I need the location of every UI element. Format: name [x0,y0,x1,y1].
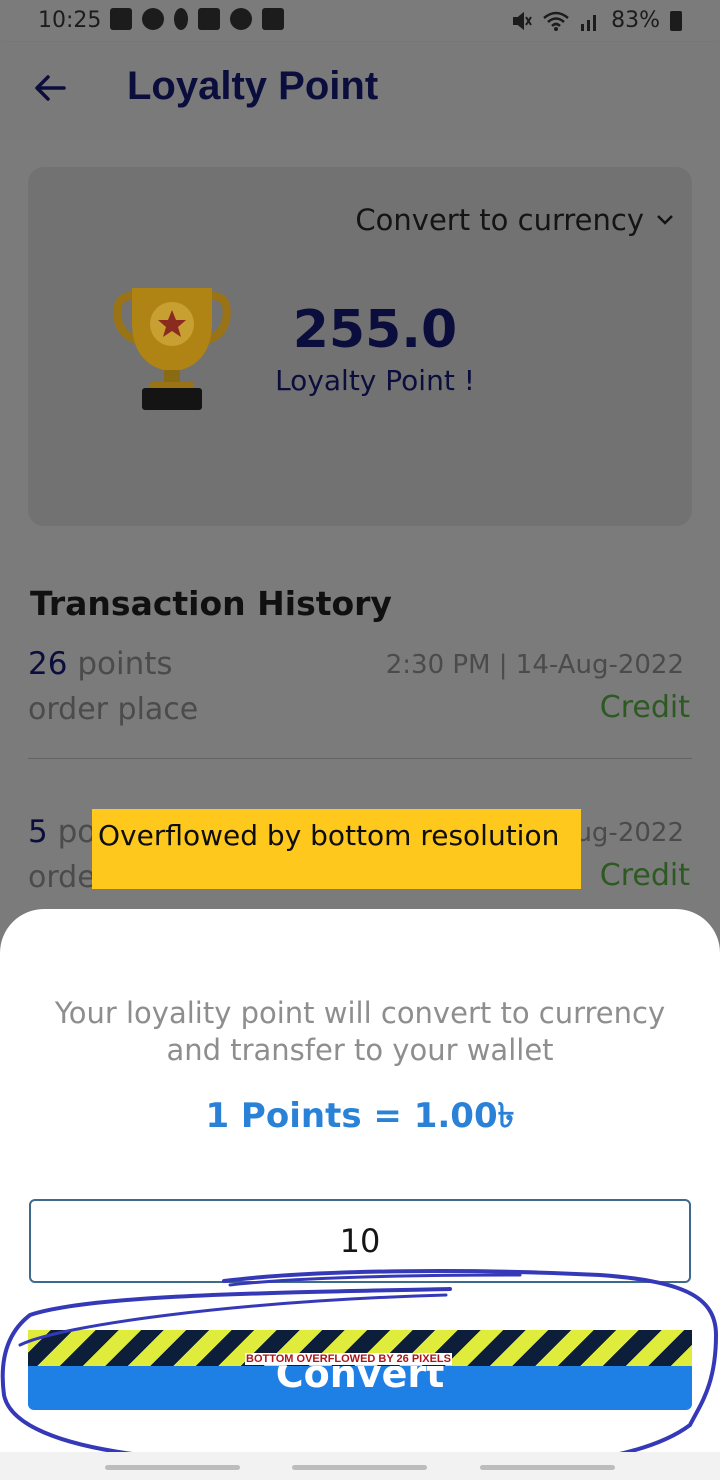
transaction-unit: points [77,646,173,682]
divider [28,758,692,759]
mute-icon [513,11,532,30]
transaction-description: order place [28,692,199,727]
overflow-debug-label: Overflowed by bottom resolution [92,809,581,889]
points-value: 255.0 [292,300,458,360]
transaction-datetime: 2:30 PM | 14-Aug-2022 [385,650,684,680]
transaction-amount: 5 [28,814,48,850]
status-time: 10:25 [38,8,102,33]
nav-back-icon[interactable] [480,1465,615,1470]
facebook-icon [110,8,132,30]
chevron-down-icon [657,215,673,225]
back-arrow-icon[interactable] [30,68,70,108]
convert-currency-dropdown[interactable]: Convert to currency [355,203,674,237]
conversion-rate: 1 Points = 1.00৳ [205,1096,515,1136]
notification-icon [142,8,164,30]
nav-recents-icon[interactable] [105,1465,240,1470]
keyhole-icon [174,8,188,30]
transaction-description: orde [28,860,96,895]
status-system-icons: 83% [511,8,682,33]
folder-icon [198,8,220,30]
dropdown-label: Convert to currency [355,203,644,237]
transaction-amount: 26 [28,646,68,682]
battery-icon [670,10,682,31]
transaction-points: 26 points [28,646,173,682]
battery-percent: 83% [611,8,660,33]
transaction-type: Credit [599,690,690,725]
nav-home-icon[interactable] [292,1465,427,1470]
transaction-unit: po [57,814,97,850]
app-bar: Loyalty Point [0,42,720,140]
trophy-icon [113,288,231,410]
transaction-history-title: Transaction History [30,584,392,623]
transaction-type: Credit [599,858,690,893]
overflow-banner-text: BOTTOM OVERFLOWED BY 26 PIXELS [245,1353,452,1365]
gallery-icon [262,8,284,30]
transaction-datetime: ug-2022 [575,818,684,848]
points-label: Loyalty Point ! [275,364,475,397]
page-title: Loyalty Point [127,64,379,108]
status-bar: 10:25 83% [0,0,720,42]
points-amount-input[interactable] [29,1199,691,1283]
wifi-icon [543,11,569,31]
status-notification-icons [110,8,284,30]
signal-icon [581,14,597,31]
transaction-points: 5 po [28,814,96,850]
sheet-message: Your loyality point will convert to curr… [54,996,666,1067]
whatsapp-icon [230,8,252,30]
